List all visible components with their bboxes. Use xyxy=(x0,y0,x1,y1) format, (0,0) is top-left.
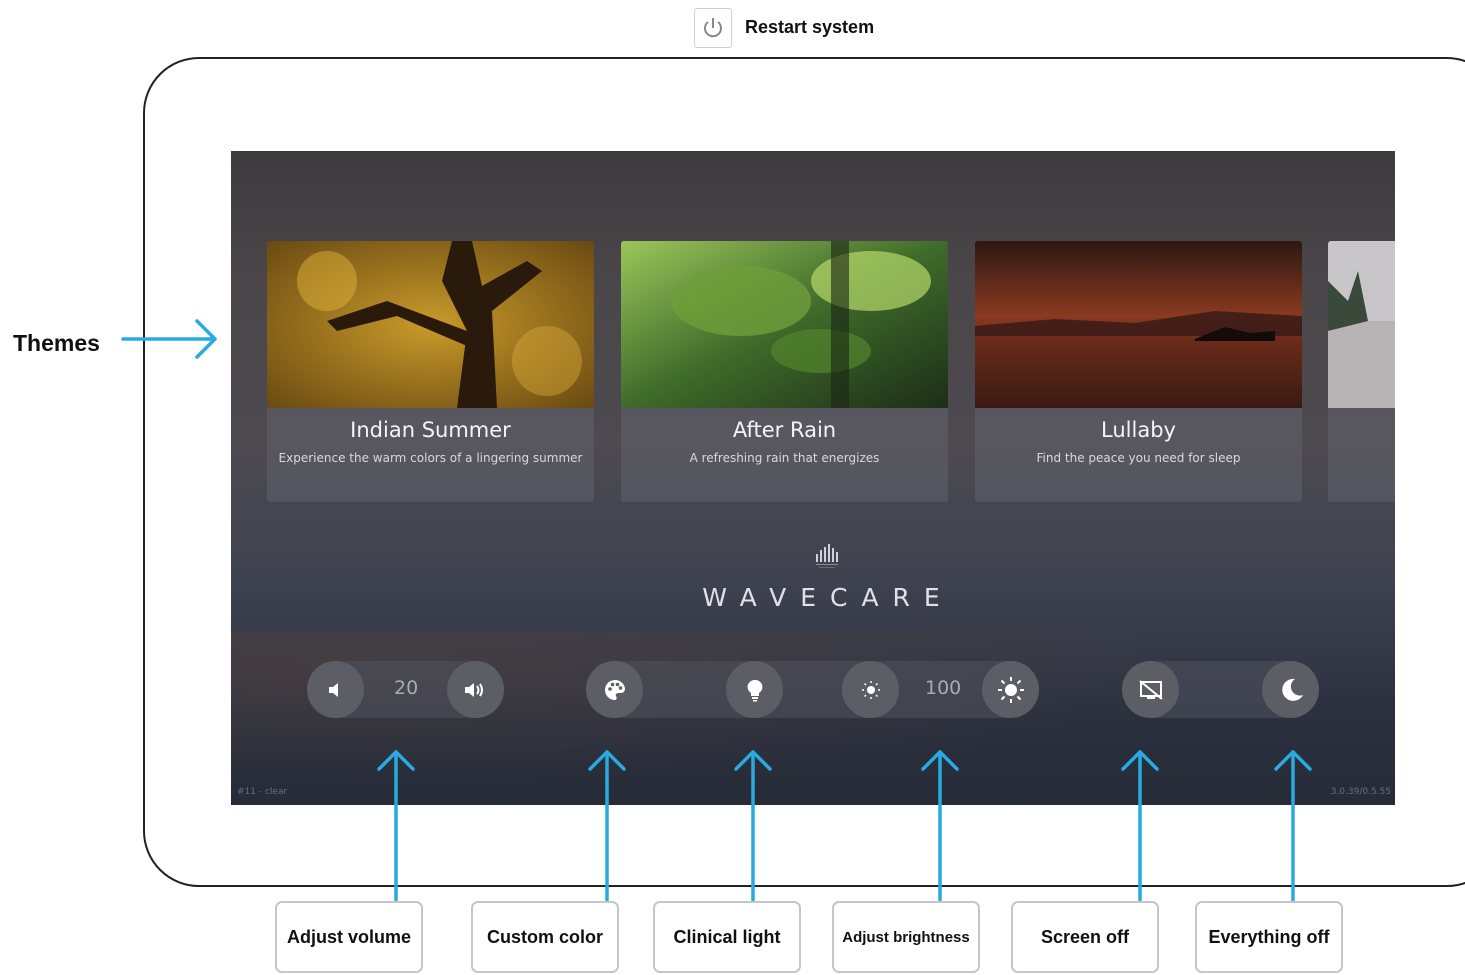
screen-off-arrow xyxy=(1121,750,1159,902)
themes-label: Themes xyxy=(13,330,100,356)
callout-adjust-brightness: Adjust brightness xyxy=(832,901,980,973)
annotation-arrows xyxy=(121,319,1312,902)
everything-off-arrow xyxy=(1274,750,1312,902)
callout-custom-color: Custom color xyxy=(471,901,619,973)
callout-everything-off: Everything off xyxy=(1195,901,1343,973)
custom-color-arrow xyxy=(588,750,626,902)
clinical-light-arrow xyxy=(734,750,772,902)
callout-adjust-volume: Adjust volume xyxy=(275,901,423,973)
callout-screen-off: Screen off xyxy=(1011,901,1159,973)
themes-arrow xyxy=(121,319,217,359)
volume-arrow xyxy=(377,750,415,902)
brightness-arrow xyxy=(921,750,959,902)
callout-clinical-light: Clinical light xyxy=(653,901,801,973)
